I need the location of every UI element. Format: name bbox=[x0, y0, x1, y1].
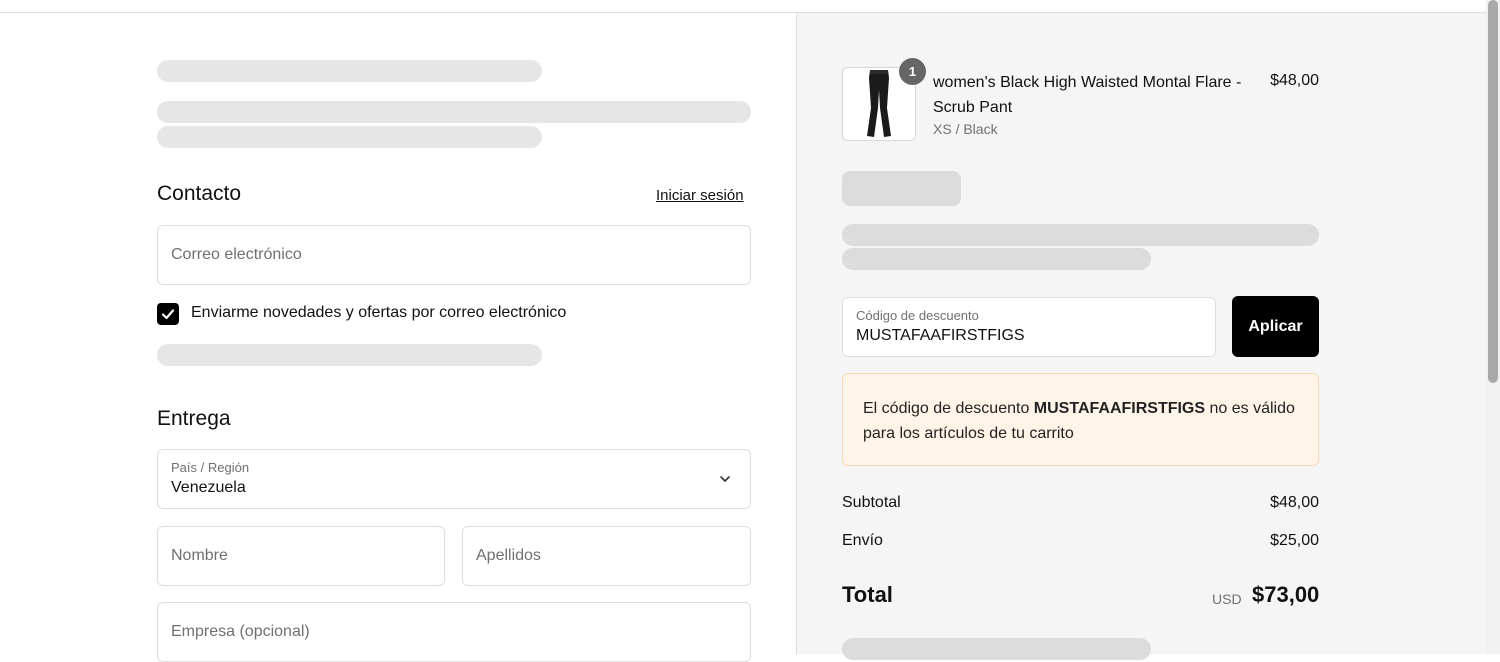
country-value: Venezuela bbox=[171, 479, 246, 496]
company-field[interactable]: Empresa (opcional) bbox=[157, 602, 751, 662]
subtotal-value: $48,00 bbox=[1270, 494, 1319, 511]
first-name-placeholder: Nombre bbox=[171, 547, 228, 564]
newsletter-checkbox[interactable] bbox=[157, 303, 179, 325]
loading-placeholder bbox=[842, 248, 1151, 270]
loading-placeholder bbox=[157, 101, 751, 123]
loading-placeholder bbox=[842, 638, 1151, 660]
product-variant: XS / Black bbox=[933, 121, 998, 137]
discount-code-value: MUSTAFAAFIRSTFIGS bbox=[856, 327, 1025, 344]
first-name-field[interactable]: Nombre bbox=[157, 526, 445, 586]
loading-placeholder bbox=[157, 60, 542, 82]
total-value: $73,00 bbox=[1252, 582, 1320, 607]
last-name-placeholder: Apellidos bbox=[476, 547, 541, 564]
product-name: women's Black High Waisted Montal Flare … bbox=[933, 74, 1242, 116]
delivery-heading: Entrega bbox=[157, 407, 231, 430]
email-placeholder: Correo electrónico bbox=[171, 246, 302, 263]
subtotal-label: Subtotal bbox=[842, 494, 901, 511]
login-link[interactable]: Iniciar sesión bbox=[656, 187, 744, 204]
company-placeholder: Empresa (opcional) bbox=[171, 623, 310, 640]
discount-error-message: El código de descuento MUSTAFAAFIRSTFIGS… bbox=[842, 373, 1319, 466]
loading-placeholder bbox=[842, 224, 1319, 246]
error-code: MUSTAFAAFIRSTFIGS bbox=[1033, 400, 1206, 417]
contact-heading: Contacto bbox=[157, 182, 242, 205]
check-icon bbox=[161, 309, 175, 320]
discount-code-label: Código de descuento bbox=[856, 308, 979, 323]
last-name-field[interactable]: Apellidos bbox=[462, 526, 751, 586]
quantity-badge: 1 bbox=[899, 58, 926, 85]
loading-placeholder bbox=[157, 344, 542, 366]
apply-discount-button[interactable]: Aplicar bbox=[1232, 296, 1319, 357]
country-label: País / Región bbox=[171, 460, 250, 475]
loading-placeholder bbox=[157, 126, 542, 148]
currency-code: USD bbox=[1212, 591, 1242, 607]
discount-code-field[interactable]: Código de descuento MUSTAFAAFIRSTFIGS bbox=[842, 297, 1216, 357]
chevron-down-icon bbox=[720, 476, 730, 482]
shipping-value: $25,00 bbox=[1270, 532, 1319, 549]
total-label: Total bbox=[842, 582, 893, 607]
country-select[interactable]: País / Región Venezuela bbox=[157, 449, 751, 509]
loading-placeholder bbox=[842, 171, 961, 206]
error-text-prefix: El código de descuento bbox=[863, 400, 1034, 417]
newsletter-label[interactable]: Enviarme novedades y ofertas por correo … bbox=[191, 304, 566, 322]
email-field[interactable]: Correo electrónico bbox=[157, 225, 751, 285]
product-price: $48,00 bbox=[1270, 72, 1319, 89]
scrollbar-thumb[interactable] bbox=[1488, 0, 1498, 383]
shipping-label: Envío bbox=[842, 532, 883, 549]
